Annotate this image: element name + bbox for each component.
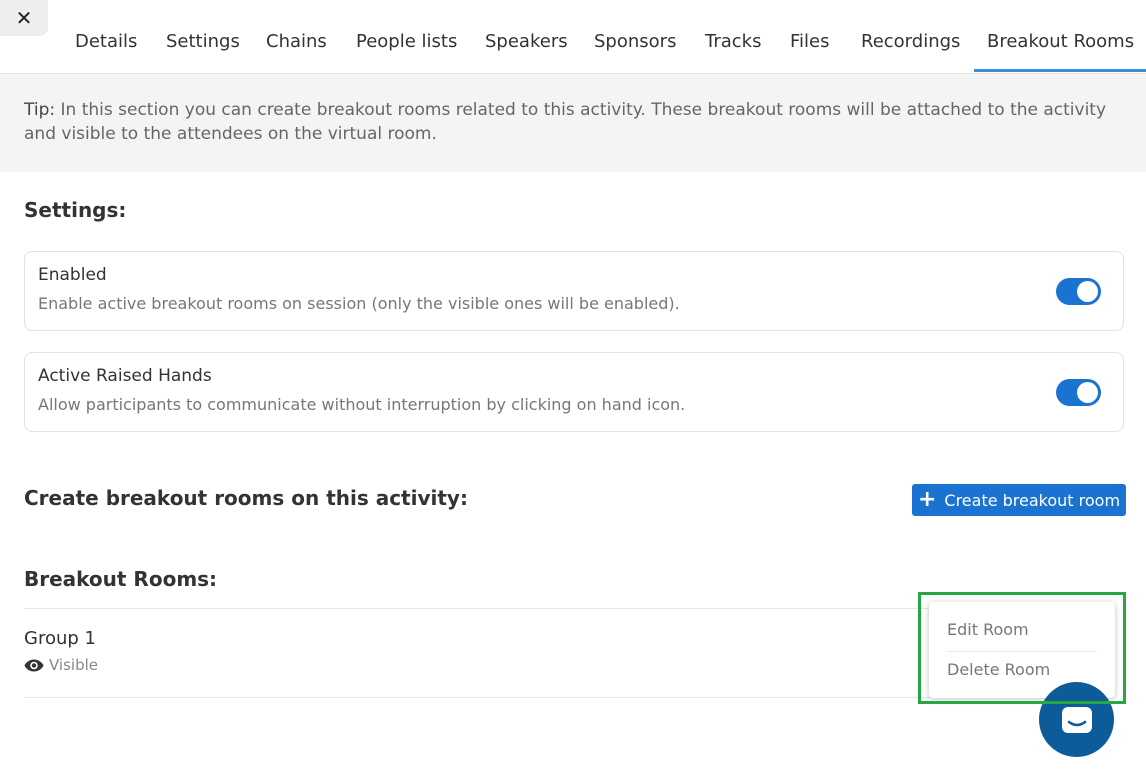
tip-text: In this section you can create breakout … <box>24 100 1107 144</box>
tab-bar: Details Settings Chains People lists Spe… <box>0 0 1146 74</box>
plus-icon: + <box>917 487 937 512</box>
room-status: Visible <box>49 656 98 674</box>
tab-files[interactable]: Files <box>790 30 830 54</box>
room-name: Group 1 <box>24 628 96 649</box>
tip-prefix: Tip: <box>24 100 56 120</box>
setting-card-enabled: Enabled Enable active breakout rooms on … <box>24 251 1124 331</box>
menu-divider <box>947 651 1097 652</box>
setting-description: Allow participants to communicate withou… <box>38 395 686 414</box>
edit-room-menu-item[interactable]: Edit Room <box>947 620 1029 639</box>
tab-speakers[interactable]: Speakers <box>485 30 568 54</box>
tab-people-lists[interactable]: People lists <box>356 30 457 54</box>
toggle-knob <box>1077 382 1098 403</box>
create-button-label: Create breakout room <box>944 490 1121 510</box>
tab-details[interactable]: Details <box>75 30 137 54</box>
tab-chains[interactable]: Chains <box>266 30 327 54</box>
eye-icon <box>24 659 44 671</box>
create-heading: Create breakout rooms on this activity: <box>24 486 468 510</box>
tab-recordings[interactable]: Recordings <box>861 30 960 54</box>
tip-banner: Tip: In this section you can create brea… <box>0 74 1146 172</box>
tab-settings[interactable]: Settings <box>166 30 240 54</box>
tab-breakout-rooms[interactable]: Breakout Rooms <box>973 30 1146 72</box>
chat-launcher-button[interactable] <box>1039 682 1114 757</box>
setting-description: Enable active breakout rooms on session … <box>38 294 680 313</box>
setting-title: Enabled <box>38 265 107 285</box>
breakout-rooms-heading: Breakout Rooms: <box>24 567 218 591</box>
enabled-toggle[interactable] <box>1056 278 1101 305</box>
raised-hands-toggle[interactable] <box>1056 379 1101 406</box>
delete-room-menu-item[interactable]: Delete Room <box>947 660 1050 679</box>
room-visibility: Visible <box>24 656 98 674</box>
create-breakout-room-button[interactable]: + Create breakout room <box>912 484 1126 516</box>
tab-tracks[interactable]: Tracks <box>705 30 761 54</box>
chat-icon <box>1061 706 1092 733</box>
settings-heading: Settings: <box>24 198 127 222</box>
setting-card-raised-hands: Active Raised Hands Allow participants t… <box>24 352 1124 432</box>
toggle-knob <box>1077 281 1098 302</box>
tab-sponsors[interactable]: Sponsors <box>594 30 676 54</box>
setting-title: Active Raised Hands <box>38 366 212 386</box>
